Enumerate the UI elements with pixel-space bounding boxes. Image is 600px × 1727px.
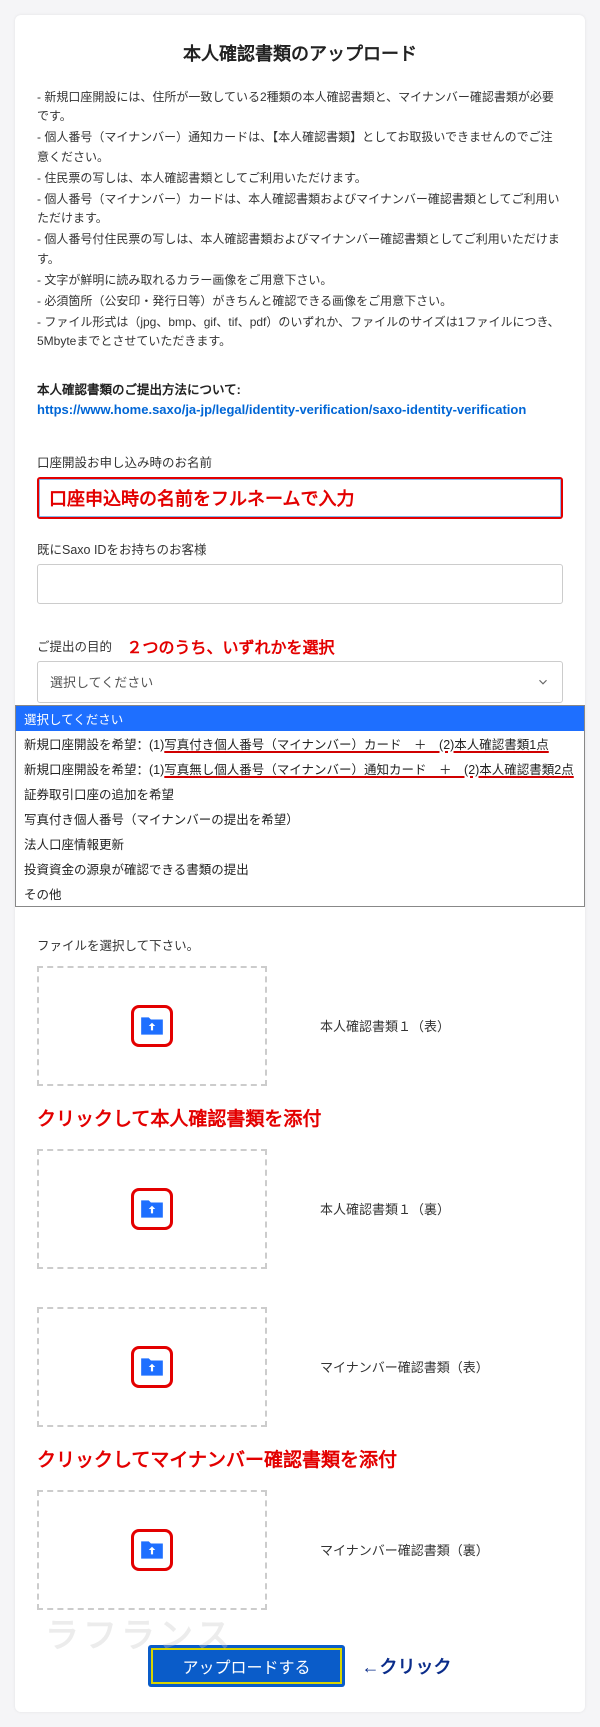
upload-doc1-front[interactable]	[37, 966, 267, 1086]
dropdown-option-underline: 写真付き個人番号（マイナンバー）カード ＋ (2)本人確認書類1点	[164, 738, 548, 752]
dropdown-option-prefix: 新規口座開設を希望：(1)	[24, 738, 164, 752]
upload-doc1-back-label: 本人確認書類１（裏）	[300, 1199, 563, 1218]
guide-link[interactable]: https://www.home.saxo/ja-jp/legal/identi…	[37, 402, 563, 417]
saxo-id-label: 既にSaxo IDをお持ちのお客様	[37, 539, 563, 558]
guide-heading: 本人確認書類のご提出方法について:	[37, 379, 563, 398]
purpose-annotation: ２つのうち、いずれかを選択	[126, 634, 334, 658]
purpose-select-value: 選択してください	[50, 672, 153, 691]
upload-doc1-front-label: 本人確認書類１（表）	[300, 1016, 563, 1035]
click-annotation: ←クリック	[359, 1653, 452, 1679]
folder-upload-icon	[131, 1188, 173, 1230]
instruction-item: - 個人番号（マイナンバー）カードは、本人確認書類およびマイナンバー確認書類とし…	[37, 190, 563, 228]
dropdown-option[interactable]: 選択してください	[16, 706, 584, 731]
folder-upload-icon	[131, 1005, 173, 1047]
folder-upload-icon	[131, 1529, 173, 1571]
name-input[interactable]	[37, 477, 563, 519]
dropdown-option[interactable]: 投資資金の源泉が確認できる書類の提出	[16, 856, 584, 881]
upload-mynumber-back[interactable]	[37, 1490, 267, 1610]
dropdown-option-underline: 写真無し個人番号（マイナンバー）通知カード ＋ (2)本人確認書類2点	[164, 763, 573, 777]
upload-mynumber-front[interactable]	[37, 1307, 267, 1427]
click-annotation-text: ←クリック	[362, 1653, 452, 1679]
name-field-label: 口座開設お申し込み時のお名前	[37, 452, 563, 471]
instruction-item: - 個人番号（マイナンバー）通知カードは、【本人確認書類】としてお取扱いできませ…	[37, 128, 563, 166]
folder-upload-icon	[131, 1346, 173, 1388]
page-title: 本人確認書類のアップロード	[37, 40, 563, 66]
file-pick-label: ファイルを選択して下さい。	[37, 935, 563, 954]
dropdown-option[interactable]: 写真付き個人番号（マイナンバーの提出を希望）	[16, 806, 584, 831]
dropdown-option-prefix: 新規口座開設を希望：(1)	[24, 763, 164, 777]
upload-mynumber-front-label: マイナンバー確認書類（表）	[300, 1357, 563, 1376]
dropdown-option[interactable]: 証券取引口座の追加を希望	[16, 781, 584, 806]
upload-doc1-back[interactable]	[37, 1149, 267, 1269]
dropdown-option[interactable]: その他	[16, 881, 584, 906]
instruction-item: - 文字が鮮明に読み取れるカラー画像をご用意下さい。	[37, 271, 563, 290]
saxo-id-input[interactable]	[37, 564, 563, 604]
dropdown-option[interactable]: 新規口座開設を希望：(1)写真無し個人番号（マイナンバー）通知カード ＋ (2)…	[16, 756, 584, 781]
instruction-item: - 住民票の写しは、本人確認書類としてご利用いただけます。	[37, 169, 563, 188]
chevron-down-icon	[536, 675, 550, 689]
instruction-item: - 必須箇所（公安印・発行日等）がきちんと確認できる画像をご用意下さい。	[37, 292, 563, 311]
purpose-select[interactable]: 選択してください	[37, 661, 563, 703]
instruction-item: - 個人番号付住民票の写しは、本人確認書類およびマイナンバー確認書類としてご利用…	[37, 230, 563, 268]
dropdown-option[interactable]: 法人口座情報更新	[16, 831, 584, 856]
annotation-mynumber-docs: クリックしてマイナンバー確認書類を添付	[37, 1445, 563, 1472]
instruction-item: - 新規口座開設には、住所が一致している2種類の本人確認書類と、マイナンバー確認…	[37, 88, 563, 126]
upload-submit-button[interactable]: アップロードする	[148, 1645, 344, 1687]
upload-mynumber-back-label: マイナンバー確認書類（裏）	[300, 1540, 563, 1559]
purpose-label: ご提出の目的	[37, 636, 112, 655]
instruction-item: - ファイル形式は（jpg、bmp、gif、tif、pdf）のいずれか、ファイル…	[37, 313, 563, 351]
annotation-identity-docs: クリックして本人確認書類を添付	[37, 1104, 563, 1131]
purpose-dropdown: 選択してください 新規口座開設を希望：(1)写真付き個人番号（マイナンバー）カー…	[15, 705, 585, 907]
dropdown-option[interactable]: 新規口座開設を希望：(1)写真付き個人番号（マイナンバー）カード ＋ (2)本人…	[16, 731, 584, 756]
instruction-list: - 新規口座開設には、住所が一致している2種類の本人確認書類と、マイナンバー確認…	[37, 88, 563, 351]
